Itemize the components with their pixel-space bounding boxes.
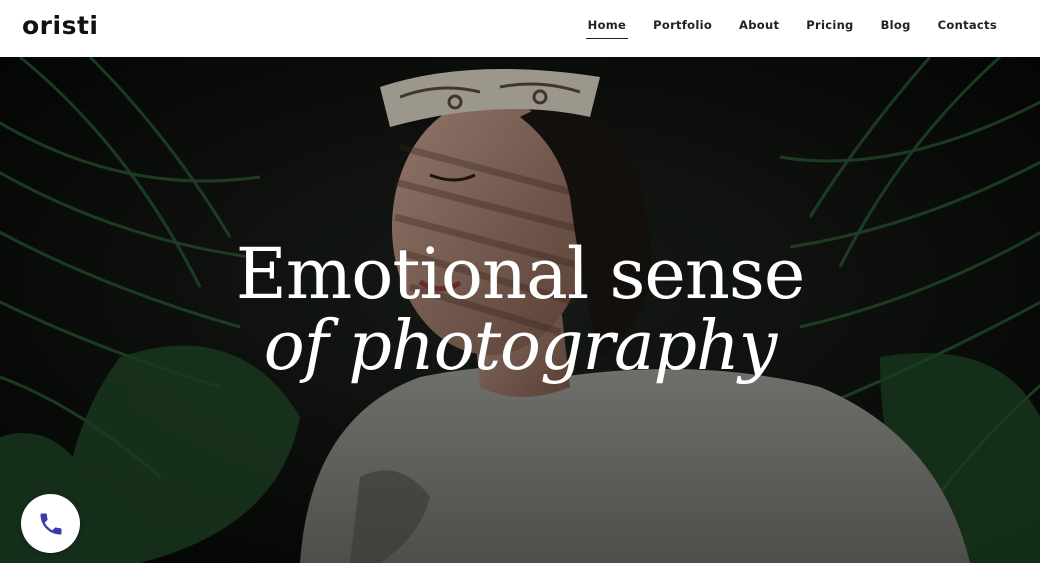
- hero-title-line1: Emotional sense: [235, 233, 806, 315]
- phone-icon: [40, 513, 61, 534]
- call-button[interactable]: [21, 494, 80, 553]
- hero-section: Emotional sense of photography: [0, 57, 1040, 563]
- logo[interactable]: oristi: [22, 11, 98, 41]
- site-header: oristi Home Portfolio About Pricing Blog…: [0, 0, 1040, 57]
- nav-item-home[interactable]: Home: [585, 17, 628, 39]
- main-nav: Home Portfolio About Pricing Blog Contac…: [561, 0, 997, 50]
- nav-item-portfolio[interactable]: Portfolio: [653, 17, 712, 33]
- nav-item-blog[interactable]: Blog: [881, 17, 911, 33]
- nav-item-pricing[interactable]: Pricing: [806, 17, 853, 33]
- nav-item-about[interactable]: About: [739, 17, 779, 33]
- hero-title-line2: of photography: [263, 307, 778, 386]
- nav-item-contacts[interactable]: Contacts: [938, 17, 997, 33]
